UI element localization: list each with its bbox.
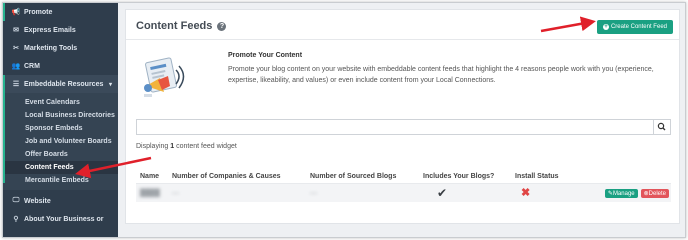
create-button-label: Create Content Feed: [610, 24, 667, 30]
feed-name: ████: [140, 189, 160, 197]
sidebar: 📢 Promote ✉ Express Emails ✂ Marketing T…: [3, 3, 118, 237]
results-prefix: Displaying: [136, 143, 171, 150]
location-icon: ⚲: [13, 216, 19, 223]
column-header-companies: Number of Companies & Causes: [172, 173, 281, 180]
x-mark-icon: ✖: [521, 186, 531, 199]
sidebar-item-express-emails[interactable]: ✉ Express Emails: [3, 21, 118, 39]
sidebar-accent-bar: [3, 3, 5, 21]
content-feeds-table: Name Number of Companies & Causes Number…: [136, 170, 671, 202]
sidebar-item-promote[interactable]: 📢 Promote: [3, 3, 118, 21]
sidebar-item-label: Promote: [24, 8, 53, 16]
monitor-icon: 🖵: [12, 197, 20, 204]
column-header-blogs: Number of Sourced Blogs: [310, 173, 397, 180]
results-count: Displaying 1 content feed widget: [136, 143, 237, 150]
page-title-text: Content Feeds: [136, 20, 213, 32]
column-header-name: Name: [140, 173, 160, 180]
actions-cell: ✎Manage ⊗Delete: [601, 188, 671, 198]
manage-label: Manage: [612, 190, 635, 197]
search-button[interactable]: [653, 119, 671, 135]
help-icon[interactable]: ?: [217, 22, 227, 31]
sidebar-spacer: [3, 187, 118, 190]
sidebar-item-job-volunteer-boards[interactable]: Job and Volunteer Boards: [3, 135, 118, 148]
feed-blogs-count: —: [310, 189, 317, 197]
tools-icon: ✂: [13, 45, 19, 52]
promo-description: Promote your blog content on your websit…: [228, 66, 654, 84]
sidebar-item-label: Website: [24, 197, 51, 205]
feed-companies-count: —: [172, 189, 179, 197]
create-content-feed-button[interactable]: + Create Content Feed: [596, 20, 673, 34]
search-input[interactable]: [136, 119, 654, 135]
column-header-status: Install Status: [515, 173, 559, 180]
table-header: Name Number of Companies & Causes Number…: [136, 170, 671, 184]
envelope-icon: ✉: [13, 27, 19, 34]
sidebar-item-content-feeds[interactable]: Content Feeds: [3, 161, 118, 174]
list-icon: ☰: [12, 81, 20, 88]
megaphone-icon: 📢: [11, 9, 21, 16]
panel-header: Content Feeds ? + Create Content Feed: [126, 10, 679, 40]
sidebar-item-label: Marketing Tools: [24, 44, 78, 52]
table-row: ████ — — ✔ ✖ ✎Manage ⊗Delete: [136, 184, 671, 202]
sidebar-item-about-business[interactable]: ⚲ About Your Business or: [3, 210, 118, 228]
checkmark-icon: ✔: [437, 186, 448, 200]
sidebar-item-sponsor-embeds[interactable]: Sponsor Embeds: [3, 122, 118, 135]
promo-title: Promote Your Content: [228, 52, 303, 59]
sidebar-item-website[interactable]: 🖵 Website: [3, 192, 118, 210]
sidebar-item-offer-boards[interactable]: Offer Boards: [3, 148, 118, 161]
sidebar-item-local-business-directories[interactable]: Local Business Directories: [3, 109, 118, 122]
content-feeds-panel: Content Feeds ? + Create Content Feed Pro…: [125, 9, 680, 224]
content-feed-illustration-icon: [144, 57, 185, 97]
sidebar-item-crm[interactable]: 👥 CRM: [3, 57, 118, 75]
status-cell: ✖: [515, 186, 601, 199]
search-icon: [657, 122, 666, 131]
column-header-includes: Includes Your Blogs?: [423, 173, 495, 180]
sidebar-item-event-calendars[interactable]: Event Calendars: [3, 96, 118, 109]
sidebar-item-marketing-tools[interactable]: ✂ Marketing Tools: [3, 39, 118, 57]
sidebar-item-embeddable-resources[interactable]: ☰ Embeddable Resources ▾: [3, 75, 118, 93]
page-title: Content Feeds ?: [136, 20, 227, 32]
sidebar-accent-bar: [3, 75, 5, 183]
sidebar-item-label: Embeddable Resources: [24, 80, 104, 88]
sidebar-item-label: About Your Business or: [24, 215, 104, 223]
delete-button[interactable]: ⊗Delete: [640, 188, 669, 198]
delete-label: Delete: [648, 190, 666, 197]
plus-circle-icon: +: [602, 24, 609, 30]
sidebar-item-label: Express Emails: [24, 26, 76, 34]
users-icon: 👥: [11, 63, 21, 70]
manage-button[interactable]: ✎Manage: [604, 188, 638, 198]
includes-cell: ✔: [423, 187, 515, 199]
sidebar-item-label: CRM: [24, 62, 40, 70]
results-suffix: content feed widget: [174, 143, 237, 150]
chevron-down-icon: ▾: [108, 81, 112, 88]
app-window: 📢 Promote ✉ Express Emails ✂ Marketing T…: [2, 2, 686, 238]
sidebar-item-mercantile-embeds[interactable]: Mercantile Embeds: [3, 174, 118, 187]
